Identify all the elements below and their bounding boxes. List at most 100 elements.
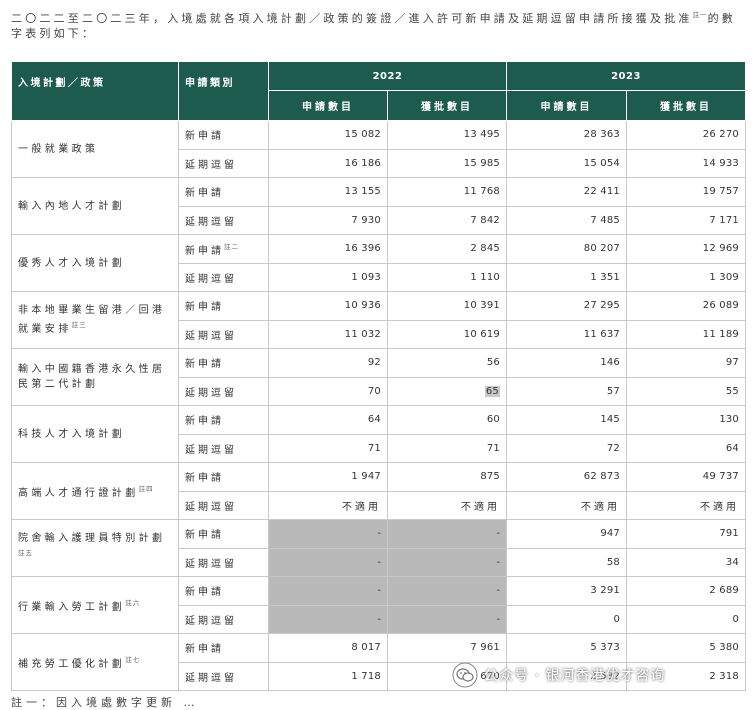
cell-approved-2023: 不適用 xyxy=(626,490,746,520)
application-type: 延期逗留 xyxy=(178,433,269,463)
policy-label: 輸入內地人才計劃 xyxy=(18,200,126,212)
cell-value: 7 485 xyxy=(590,214,620,226)
cell-approved-2022: - xyxy=(387,547,507,577)
policy-label: 一般就業政策 xyxy=(18,143,99,155)
cell-value: 7 961 xyxy=(470,642,500,654)
cell-value: - xyxy=(377,528,381,540)
application-type-label: 延期逗留 xyxy=(185,330,237,342)
application-type: 延期逗留 xyxy=(178,604,269,634)
cell-value: 28 363 xyxy=(583,129,620,141)
cell-value: 145 xyxy=(600,414,620,426)
cell-value: 2 845 xyxy=(470,243,500,255)
cell-applications-2023: 62 873 xyxy=(506,462,627,492)
cell-applications-2022: 71 xyxy=(268,433,388,463)
cell-value: 146 xyxy=(600,357,620,369)
cell-value: 22 411 xyxy=(583,186,620,198)
cell-value: 875 xyxy=(480,471,500,483)
cell-value: 3 291 xyxy=(590,585,620,597)
cell-applications-2023: 145 xyxy=(506,405,627,435)
cell-value: 11 032 xyxy=(344,328,381,340)
cell-value: 1 718 xyxy=(351,670,381,682)
application-type: 新申請 xyxy=(178,519,269,549)
application-type: 新申請 xyxy=(178,462,269,492)
cell-value: 13 495 xyxy=(463,129,500,141)
cell-applications-2022: 10 936 xyxy=(268,291,388,321)
application-type: 新申請 xyxy=(178,405,269,435)
cell-applications-2022: 7 930 xyxy=(268,205,388,235)
cell-applications-2022: 15 082 xyxy=(268,120,388,150)
cell-approved-2023: 55 xyxy=(626,376,746,406)
cell-value: 10 936 xyxy=(344,300,381,312)
intro-note: 註一 xyxy=(692,11,708,19)
cell-value: 92 xyxy=(367,357,381,369)
cell-approved-2023: 5 380 xyxy=(626,633,746,663)
cell-value: 80 207 xyxy=(583,243,620,255)
cell-value: 57 xyxy=(606,385,620,397)
cell-value: 不適用 xyxy=(342,501,381,513)
cell-value: 64 xyxy=(725,442,739,454)
cell-value: 65 xyxy=(484,385,500,397)
application-type-label: 延期逗留 xyxy=(185,558,237,570)
watermark: 公众号 · 银河香港优才咨询 xyxy=(452,662,665,688)
application-type: 延期逗留 xyxy=(178,205,269,235)
policy-name: 優秀人才入境計劃 xyxy=(11,234,179,292)
application-type: 新申請 xyxy=(178,177,269,207)
policy-label: 優秀人才入境計劃 xyxy=(18,257,126,269)
cell-approved-2022: 71 xyxy=(387,433,507,463)
policy-label: 補充勞工優化計劃 xyxy=(18,658,126,670)
cell-approved-2022: 875 xyxy=(387,462,507,492)
cell-value: 791 xyxy=(719,528,739,540)
policy-name: 院舍輸入護理員特別計劃註五 xyxy=(11,519,179,577)
policy-name: 輸入中國籍香港永久性居民第二代計劃 xyxy=(11,348,179,406)
cell-value: 27 295 xyxy=(583,300,620,312)
application-type-label: 延期逗留 xyxy=(185,387,237,399)
table-row: 院舍輸入護理員特別計劃註五 新申請 - - 947 791 xyxy=(11,519,746,577)
application-type-label: 延期逗留 xyxy=(185,615,237,627)
cell-approved-2023: 14 933 xyxy=(626,148,746,178)
application-type-label: 新申請 xyxy=(185,245,224,257)
cell-approved-2023: 26 089 xyxy=(626,291,746,321)
cell-value: 1 351 xyxy=(590,271,620,283)
cell-value: 1 947 xyxy=(351,471,381,483)
cell-value: 不適用 xyxy=(461,501,500,513)
footnote: 註一：因入境處數字更新 … xyxy=(11,696,199,709)
cell-applications-2022: 不適用 xyxy=(268,490,388,520)
cell-approved-2023: 97 xyxy=(626,348,746,378)
application-type-label: 新申請 xyxy=(185,302,224,314)
policy-note: 註五 xyxy=(18,549,33,557)
policy-label: 科技人才入境計劃 xyxy=(18,428,126,440)
policy-label: 輸入中國籍香港永久性居民第二代計劃 xyxy=(18,364,166,390)
cell-applications-2022: 1 947 xyxy=(268,462,388,492)
application-type-label: 新申請 xyxy=(185,644,224,656)
cell-applications-2022: - xyxy=(268,576,388,606)
cell-approved-2023: 26 270 xyxy=(626,120,746,150)
cell-approved-2022: 11 768 xyxy=(387,177,507,207)
cell-approved-2023: 11 189 xyxy=(626,319,746,349)
application-type: 新申請註二 xyxy=(178,234,269,264)
cell-value: 71 xyxy=(486,442,500,454)
cell-applications-2022: 1 093 xyxy=(268,262,388,292)
application-type: 延期逗留 xyxy=(178,490,269,520)
cell-applications-2022: 92 xyxy=(268,348,388,378)
cell-applications-2023: 27 295 xyxy=(506,291,627,321)
cell-applications-2022: 8 017 xyxy=(268,633,388,663)
cell-approved-2023: 12 969 xyxy=(626,234,746,264)
table-body: 一般就業政策新申請 15 082 13 495 28 363 26 270 延期逗留 16 … xyxy=(11,120,746,691)
cell-applications-2023: 11 637 xyxy=(506,319,627,349)
application-type: 延期逗留 xyxy=(178,661,269,691)
cell-value: 947 xyxy=(600,528,620,540)
cell-value: 16 396 xyxy=(344,243,381,255)
application-type: 延期逗留 xyxy=(178,319,269,349)
application-type: 延期逗留 xyxy=(178,376,269,406)
cell-approved-2023: 1 309 xyxy=(626,262,746,292)
cell-value: 12 969 xyxy=(702,243,739,255)
application-type-label: 延期逗留 xyxy=(185,672,237,684)
cell-value: 97 xyxy=(725,357,739,369)
header-policy: 入境計劃／政策 xyxy=(11,61,179,121)
cell-applications-2023: 80 207 xyxy=(506,234,627,264)
cell-approved-2023: 64 xyxy=(626,433,746,463)
cell-approved-2022: 1 110 xyxy=(387,262,507,292)
cell-value: 0 xyxy=(613,613,620,625)
policy-label: 高端人才通行證計劃 xyxy=(18,487,139,499)
intro-paragraph: 二〇二二至二〇二三年，入境處就各項入境計劃／政策的簽證／進入許可新申請及延期逗留… xyxy=(11,8,746,41)
